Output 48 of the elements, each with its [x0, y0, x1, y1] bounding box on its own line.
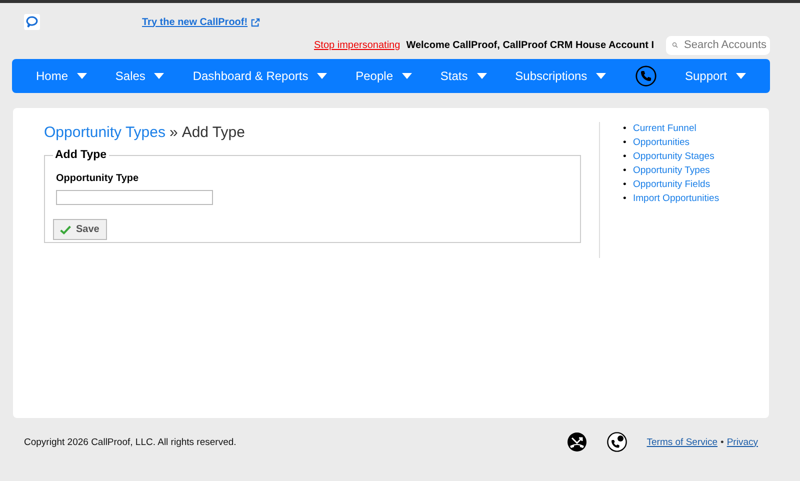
caret-icon: [476, 73, 487, 79]
stop-impersonating-link[interactable]: Stop impersonating: [314, 40, 400, 50]
form-legend: Add Type: [53, 149, 109, 161]
sidebar-link[interactable]: Opportunity Types: [633, 164, 710, 178]
nav-menu-item[interactable]: People: [356, 69, 412, 83]
bullet: •: [623, 122, 628, 136]
save-button[interactable]: Save: [53, 219, 108, 240]
sidebar-link[interactable]: Opportunities: [633, 136, 690, 150]
try-new-link[interactable]: Try the new CallProof!: [142, 16, 248, 28]
welcome-text: Welcome CallProof, CallProof CRM House Account I: [406, 40, 654, 50]
phone-icon[interactable]: [634, 65, 657, 87]
sidebar-link[interactable]: Opportunity Stages: [633, 150, 714, 164]
logo-icon[interactable]: [24, 14, 40, 30]
field-label: Opportunity Type: [56, 173, 140, 184]
sidebar-link[interactable]: Opportunity Fields: [633, 178, 710, 192]
opportunity-type-input[interactable]: [56, 190, 213, 205]
caret-icon: [317, 73, 328, 79]
footer-link[interactable]: Terms of Service: [646, 436, 718, 448]
caret-icon: [402, 73, 412, 79]
caret-icon: [77, 73, 88, 79]
page-title: Add Type: [182, 124, 245, 141]
nav-menu-item[interactable]: Home: [36, 69, 88, 83]
link-separator: •: [720, 436, 724, 448]
breadcrumb-link[interactable]: Opportunity Types: [44, 124, 166, 141]
bullet: •: [623, 164, 628, 178]
sidebar-link[interactable]: Import Opportunities: [633, 192, 720, 206]
nav-menu-item[interactable]: Sales: [115, 69, 164, 83]
bullet: •: [623, 192, 628, 206]
nav-menu-item[interactable]: Dashboard & Reports: [192, 69, 328, 83]
bullet: •: [623, 178, 628, 192]
nav-menu-item[interactable]: Support: [684, 69, 746, 83]
nav-menu-item[interactable]: Stats: [440, 69, 487, 83]
caret-icon: [736, 73, 746, 79]
nav-menu-item[interactable]: Subscriptions: [515, 69, 606, 83]
bullet: •: [623, 136, 628, 150]
copyright-text: Copyright 2026 CallProof, LLC. All rights reserved.: [24, 436, 236, 448]
external-link-icon: [250, 18, 260, 26]
caret-icon: [596, 73, 606, 79]
footer-link[interactable]: Privacy: [726, 436, 758, 448]
phone-badge-icon[interactable]: [606, 432, 627, 452]
breadcrumb-separator: »: [169, 124, 178, 141]
sidebar-link[interactable]: Current Funnel: [633, 122, 696, 136]
search-field[interactable]: Search Accounts: [666, 36, 770, 54]
check-icon: [60, 224, 71, 234]
caret-icon: [154, 73, 164, 79]
bullet: •: [623, 150, 628, 164]
search-icon: [672, 40, 678, 50]
missed-call-icon[interactable]: [566, 432, 587, 452]
